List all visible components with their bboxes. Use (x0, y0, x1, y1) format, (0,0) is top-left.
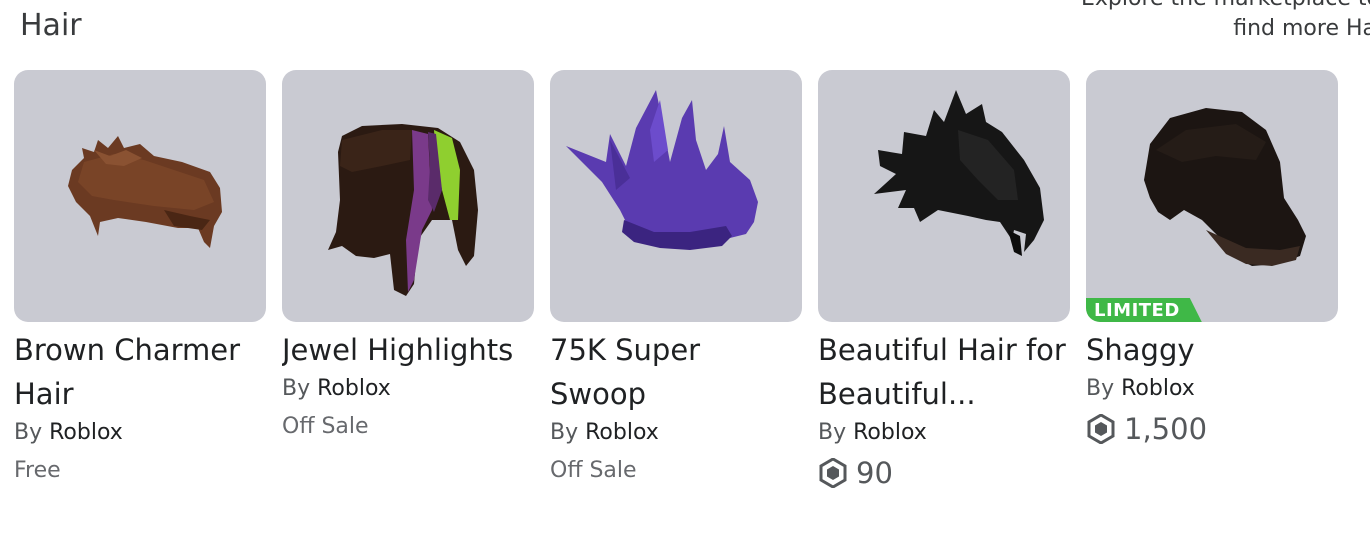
item-thumbnail[interactable] (818, 70, 1070, 322)
limited-badge: LIMITED (1086, 298, 1202, 322)
item-creator: By Roblox (1086, 376, 1195, 401)
creator-link[interactable]: Roblox (585, 420, 659, 445)
jewel-highlights-hair-image (328, 124, 478, 296)
item-card[interactable]: 75K Super Swoop By Roblox Off Sale (550, 70, 802, 486)
item-creator: By Roblox (14, 420, 123, 445)
item-thumbnail[interactable] (550, 70, 802, 322)
item-price: Off Sale (282, 414, 369, 439)
item-creator: By Roblox (550, 420, 659, 445)
robux-icon (819, 458, 847, 488)
item-price: Off Sale (550, 458, 637, 483)
black-spiky-hair-image (874, 90, 1044, 256)
item-thumbnail[interactable]: LIMITED (1086, 70, 1338, 322)
creator-link[interactable]: Roblox (49, 420, 123, 445)
item-name[interactable]: Beautiful Hair for Beautiful... (818, 328, 1070, 416)
robux-icon (1087, 414, 1115, 444)
item-name[interactable]: Brown Charmer Hair (14, 328, 266, 416)
brown-hair-image (68, 136, 222, 248)
item-card[interactable]: Jewel Highlights By Roblox Off Sale (282, 70, 534, 442)
item-name[interactable]: 75K Super Swoop (550, 328, 802, 416)
item-thumbnail[interactable] (282, 70, 534, 322)
section-title: Hair (20, 8, 82, 43)
item-thumbnail[interactable] (14, 70, 266, 322)
item-card[interactable]: Beautiful Hair for Beautiful... By Roblo… (818, 70, 1070, 490)
creator-link[interactable]: Roblox (853, 420, 927, 445)
item-card[interactable]: Brown Charmer Hair By Roblox Free (14, 70, 266, 486)
item-name[interactable]: Shaggy (1086, 328, 1338, 372)
item-card[interactable]: LIMITED Shaggy By Roblox 1,500 (1086, 70, 1338, 446)
item-name[interactable]: Jewel Highlights (282, 328, 534, 372)
item-creator: By Roblox (282, 376, 391, 401)
shaggy-hair-image (1144, 108, 1306, 266)
item-price: 1,500 (1086, 412, 1338, 446)
creator-link[interactable]: Roblox (1121, 376, 1195, 401)
item-creator: By Roblox (818, 420, 927, 445)
super-swoop-hair-image (566, 90, 758, 250)
item-price: 90 (818, 456, 1070, 490)
item-price: Free (14, 458, 61, 483)
explore-marketplace-text[interactable]: Explore the marketplace to find more Ha (1081, 0, 1370, 44)
creator-link[interactable]: Roblox (317, 376, 391, 401)
